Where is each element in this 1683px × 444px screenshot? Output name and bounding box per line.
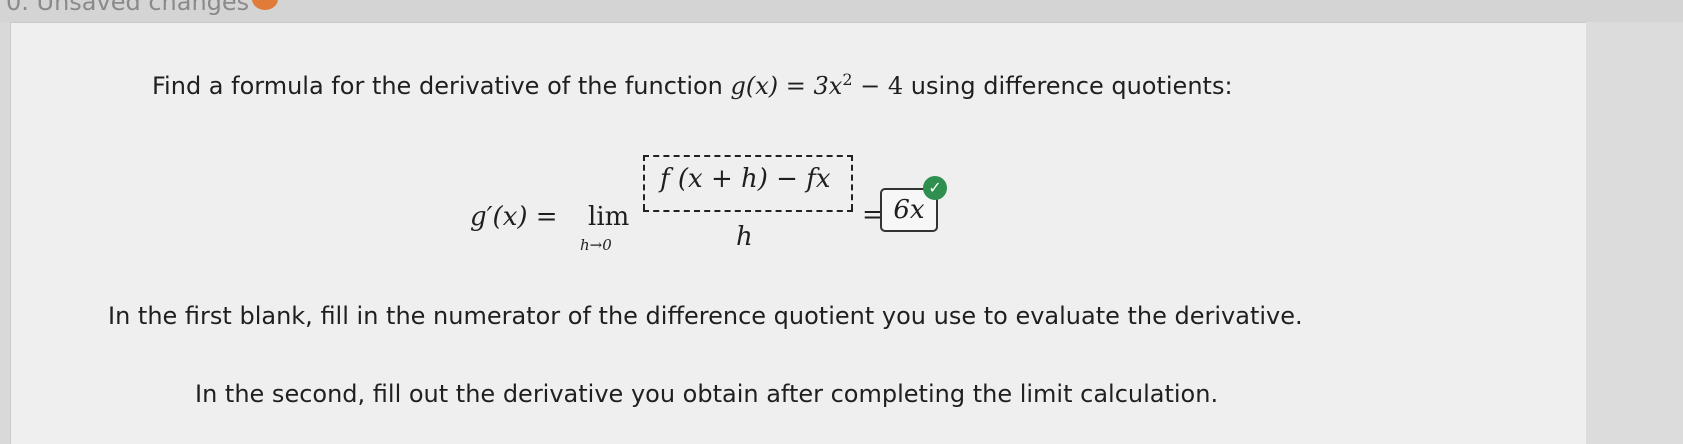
limit-operator: lim xyxy=(588,202,630,232)
right-gutter xyxy=(1586,22,1683,444)
question-suffix: using difference quotients: xyxy=(903,72,1233,100)
unsaved-indicator-dot xyxy=(252,0,278,10)
limit-subscript: h→0 xyxy=(580,236,612,254)
correct-check-icon: ✓ xyxy=(923,176,947,200)
numerator-input-value[interactable]: f (x + h) − fx xyxy=(660,164,831,194)
top-status-strip: 0. Unsaved changes xyxy=(0,0,1683,22)
function-exponent: 2 xyxy=(842,70,853,89)
question-prefix: Find a formula for the derivative of the… xyxy=(152,72,731,100)
derivative-equation: g′(x) = lim h→0 f (x + h) − fx h = 6x ✓ xyxy=(470,150,1170,260)
instruction-first-blank: In the first blank, fill in the numerato… xyxy=(108,302,1303,330)
fraction-denominator: h xyxy=(736,222,753,252)
unsaved-changes-label: 0. Unsaved changes xyxy=(6,0,250,16)
answer-value: 6x xyxy=(893,195,925,225)
question-prompt: Find a formula for the derivative of the… xyxy=(152,70,1233,100)
instruction-second-blank: In the second, fill out the derivative y… xyxy=(195,380,1219,408)
equation-lhs: g′(x) = xyxy=(470,202,558,232)
function-expression: g(x) = 3x2 − 4 xyxy=(730,70,904,100)
fraction-bar xyxy=(643,210,853,212)
